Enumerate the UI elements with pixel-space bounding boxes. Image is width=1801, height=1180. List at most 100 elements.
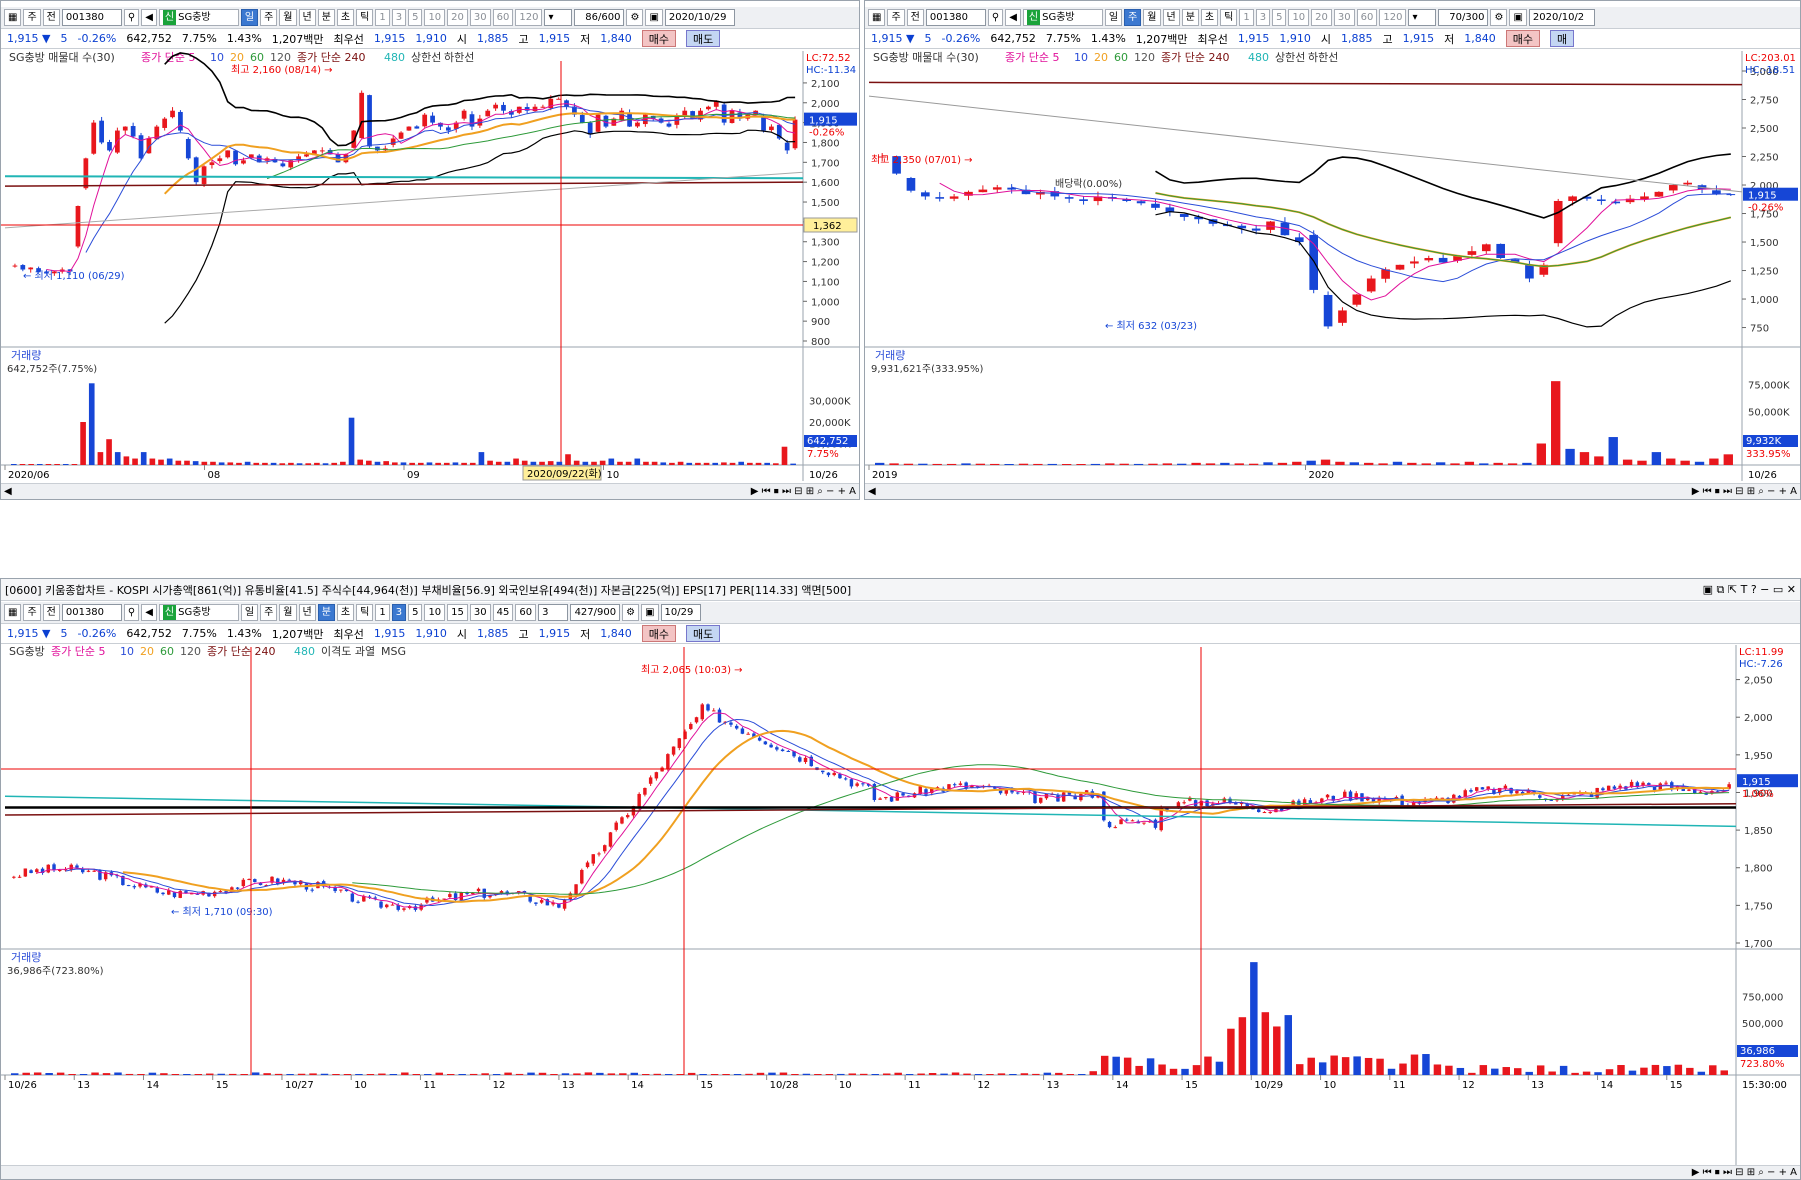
date-input[interactable]: 2020/10/29 bbox=[664, 9, 735, 26]
weekly-scrollbar[interactable]: ◀ ▶ ⏮ ⏹ ⏭ ⊟ ⊞ ⌕ − + A bbox=[865, 483, 1800, 499]
interval-10[interactable]: 10 bbox=[424, 604, 446, 621]
interval-select[interactable]: ▾ bbox=[1408, 9, 1437, 26]
count-input[interactable]: 70/300 bbox=[1438, 9, 1489, 26]
interval-3[interactable]: 3 bbox=[1255, 9, 1271, 26]
prev-button[interactable]: 전 bbox=[42, 604, 60, 621]
period-day[interactable]: 일 bbox=[240, 9, 259, 26]
count-input[interactable]: 86/600 bbox=[574, 9, 625, 26]
period-day[interactable]: 일 bbox=[1104, 9, 1123, 26]
interval-1[interactable]: 1 bbox=[1239, 9, 1254, 26]
interval-20[interactable]: 20 bbox=[447, 9, 468, 26]
period-week[interactable]: 주 bbox=[1124, 9, 1142, 26]
market-select[interactable]: 주 bbox=[887, 9, 905, 26]
interval-45[interactable]: 45 bbox=[492, 604, 514, 621]
weekly-chart[interactable]: 7501,0001,2501,5001,7502,0002,2502,5002,… bbox=[865, 51, 1800, 481]
lc-label: LC:11.99 bbox=[1739, 647, 1784, 658]
tools-icon[interactable]: ⚙ bbox=[622, 604, 640, 621]
volume-bar bbox=[1605, 1069, 1614, 1075]
tools-icon[interactable]: ⚙ bbox=[626, 9, 644, 26]
save-icon[interactable]: ▣ bbox=[641, 604, 659, 621]
interval-5[interactable]: 5 bbox=[408, 9, 423, 26]
volume-bar bbox=[1112, 1056, 1120, 1075]
interval-120[interactable]: 120 bbox=[515, 9, 543, 26]
period-tick[interactable]: 틱 bbox=[1220, 9, 1238, 26]
volume-bar bbox=[1378, 463, 1388, 465]
interval-30[interactable]: 30 bbox=[1333, 9, 1355, 26]
count-input[interactable]: 427/900 bbox=[570, 604, 621, 621]
speaker-icon[interactable]: ◀ bbox=[1005, 9, 1021, 26]
legend-item: 120 bbox=[270, 51, 291, 64]
window-controls[interactable]: ▣ ⧉ ⇱ T ? − ▭ ✕ bbox=[1703, 583, 1796, 597]
buy-button[interactable]: 매수 bbox=[1505, 30, 1541, 47]
interval-15[interactable]: 15 bbox=[447, 604, 468, 621]
search-icon[interactable]: ⚲ bbox=[123, 9, 140, 26]
code-input[interactable]: 001380 bbox=[61, 9, 122, 26]
code-input[interactable]: 001380 bbox=[61, 604, 122, 621]
interval-60[interactable]: 60 bbox=[492, 9, 514, 26]
interval-select[interactable]: 3 bbox=[538, 604, 569, 621]
buy-button[interactable]: 매수 bbox=[641, 625, 677, 642]
search-icon[interactable]: ⚲ bbox=[987, 9, 1004, 26]
period-day[interactable]: 일 bbox=[240, 604, 259, 621]
interval-10[interactable]: 10 bbox=[1288, 9, 1310, 26]
name-field[interactable]: 신 SG충방 bbox=[158, 9, 239, 26]
sell-button[interactable]: 매 bbox=[1550, 30, 1575, 47]
buy-button[interactable]: 매수 bbox=[641, 30, 677, 47]
period-minute[interactable]: 분 bbox=[317, 9, 335, 26]
grid-menu-icon[interactable]: ▦ bbox=[4, 604, 22, 621]
interval-select[interactable]: ▾ bbox=[544, 9, 573, 26]
period-week[interactable]: 주 bbox=[260, 9, 278, 26]
tools-icon[interactable]: ⚙ bbox=[1490, 9, 1508, 26]
interval-3[interactable]: 3 bbox=[391, 604, 407, 621]
period-month[interactable]: 월 bbox=[1143, 9, 1161, 26]
interval-60[interactable]: 60 bbox=[515, 604, 537, 621]
period-year[interactable]: 년 bbox=[298, 604, 316, 621]
name-field[interactable]: 신 SG충방 bbox=[1022, 9, 1103, 26]
period-minute[interactable]: 분 bbox=[1181, 9, 1199, 26]
save-icon[interactable]: ▣ bbox=[1509, 9, 1527, 26]
period-week[interactable]: 주 bbox=[260, 604, 278, 621]
interval-5[interactable]: 5 bbox=[408, 604, 423, 621]
period-year[interactable]: 년 bbox=[1162, 9, 1180, 26]
interval-20[interactable]: 20 bbox=[1311, 9, 1332, 26]
speaker-icon[interactable]: ◀ bbox=[141, 604, 157, 621]
grid-menu-icon[interactable]: ▦ bbox=[4, 9, 22, 26]
interval-120[interactable]: 120 bbox=[1379, 9, 1407, 26]
interval-3[interactable]: 3 bbox=[391, 9, 407, 26]
period-month[interactable]: 월 bbox=[279, 604, 297, 621]
market-select[interactable]: 주 bbox=[23, 604, 41, 621]
date-input[interactable]: 10/29 bbox=[660, 604, 701, 621]
market-select[interactable]: 주 bbox=[23, 9, 41, 26]
period-month[interactable]: 월 bbox=[279, 9, 297, 26]
minute-scrollbar[interactable]: ▶ ⏮ ⏹ ⏭ ⊟ ⊞ ⌕ − + A bbox=[1, 1165, 1800, 1179]
prev-button[interactable]: 전 bbox=[42, 9, 60, 26]
save-icon[interactable]: ▣ bbox=[645, 9, 663, 26]
interval-10[interactable]: 10 bbox=[424, 9, 446, 26]
period-second[interactable]: 초 bbox=[336, 604, 355, 621]
period-second[interactable]: 초 bbox=[336, 9, 355, 26]
daily-scrollbar[interactable]: ◀ ▶ ⏮ ⏹ ⏭ ⊟ ⊞ ⌕ − + A bbox=[1, 483, 859, 499]
speaker-icon[interactable]: ◀ bbox=[141, 9, 157, 26]
interval-30[interactable]: 30 bbox=[469, 604, 491, 621]
sell-button[interactable]: 매도 bbox=[686, 625, 721, 642]
daily-chart[interactable]: 8009001,0001,1001,2001,3001,4001,5001,60… bbox=[1, 51, 859, 481]
date-input[interactable]: 2020/10/2 bbox=[1528, 9, 1595, 26]
prev-button[interactable]: 전 bbox=[906, 9, 924, 26]
sell-button[interactable]: 매도 bbox=[686, 30, 721, 47]
interval-60[interactable]: 60 bbox=[1356, 9, 1378, 26]
interval-1[interactable]: 1 bbox=[375, 9, 390, 26]
name-field[interactable]: 신 SG충방 bbox=[158, 604, 239, 621]
period-tick[interactable]: 틱 bbox=[356, 604, 374, 621]
interval-5[interactable]: 5 bbox=[1272, 9, 1287, 26]
period-tick[interactable]: 틱 bbox=[356, 9, 374, 26]
period-year[interactable]: 년 bbox=[298, 9, 316, 26]
minute-chart[interactable]: 1,7001,7501,8001,8501,9001,9502,0002,050… bbox=[1, 645, 1800, 1165]
code-input[interactable]: 001380 bbox=[925, 9, 986, 26]
period-minute[interactable]: 분 bbox=[317, 604, 335, 621]
search-icon[interactable]: ⚲ bbox=[123, 604, 140, 621]
interval-30[interactable]: 30 bbox=[469, 9, 491, 26]
period-second[interactable]: 초 bbox=[1200, 9, 1219, 26]
interval-1[interactable]: 1 bbox=[375, 604, 390, 621]
grid-menu-icon[interactable]: ▦ bbox=[868, 9, 886, 26]
volume-bar bbox=[882, 1073, 891, 1075]
